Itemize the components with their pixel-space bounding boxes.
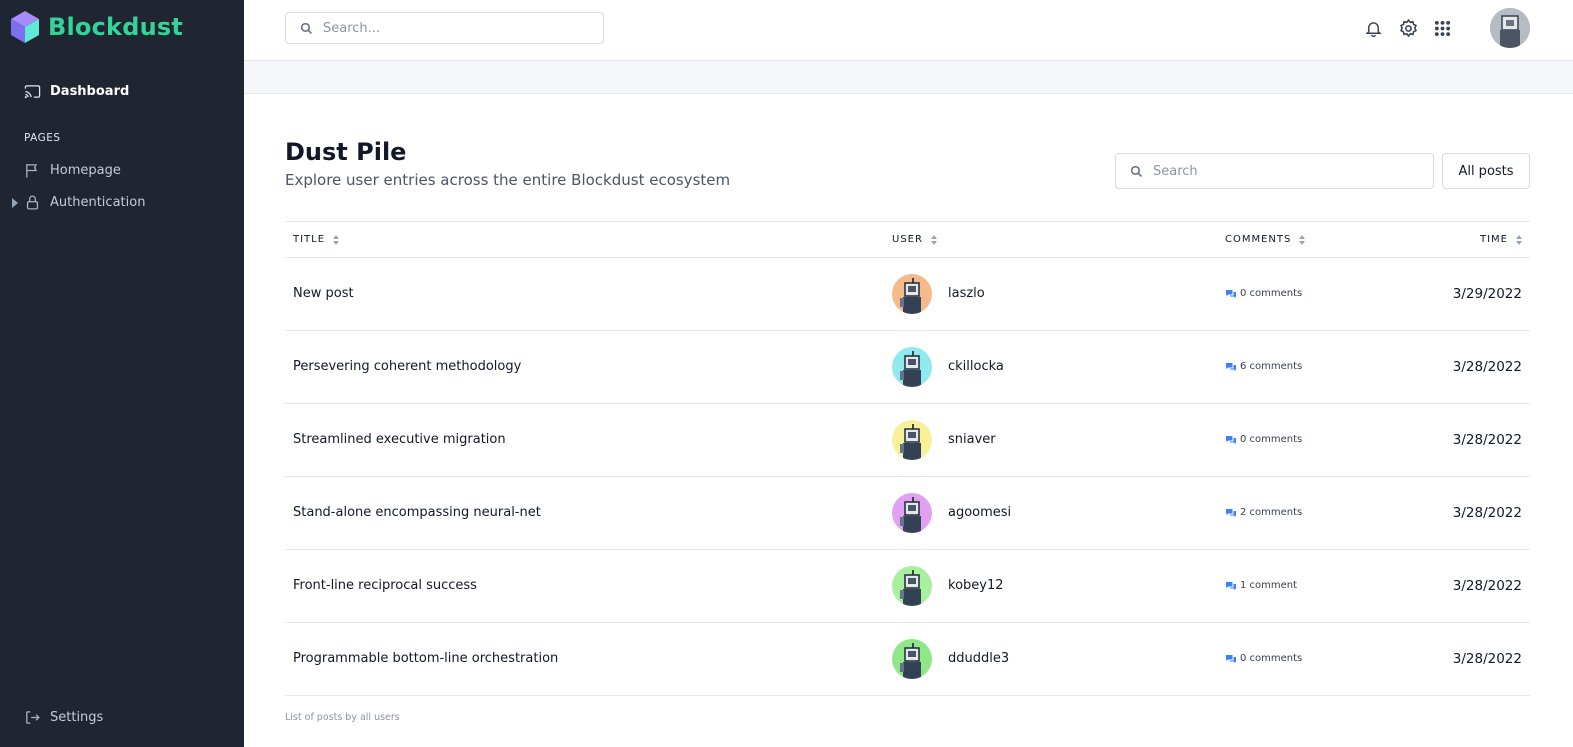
table-caption: List of posts by all users [285,712,400,723]
post-time: 3/29/2022 [1452,286,1522,302]
post-title[interactable]: Front-line reciprocal success [293,578,477,593]
cast-icon [24,85,41,99]
post-title[interactable]: Streamlined executive migration [293,432,506,447]
post-time: 3/28/2022 [1452,505,1522,521]
comments-count[interactable]: 2 comments [1225,507,1302,518]
sidebar-item-label: Dashboard [50,84,130,99]
post-time: 3/28/2022 [1452,578,1522,594]
logout-icon [26,711,40,724]
column-header-time[interactable]: TIME [1480,234,1522,245]
table-row[interactable]: Stand-alone encompassing neural-net agoo… [285,477,1530,550]
flag-icon [26,164,38,178]
post-user[interactable]: kobey12 [948,578,1004,593]
gear-icon[interactable] [1397,17,1419,39]
avatar [892,493,932,533]
post-title[interactable]: Persevering coherent methodology [293,359,521,374]
cube-logo-icon [11,11,39,43]
post-time: 3/28/2022 [1452,651,1522,667]
table-body: New post laszlo 0 comments 3/29/2022 Per… [285,258,1530,696]
page-subtitle: Explore user entries across the entire B… [285,171,731,189]
comments-icon [1226,435,1236,444]
sort-icon[interactable] [1516,234,1522,245]
comments-count[interactable]: 0 comments [1225,653,1302,664]
search-input[interactable] [323,20,593,36]
sort-icon[interactable] [1299,234,1306,245]
comments-icon [1226,581,1236,590]
sidebar-item-homepage[interactable]: Homepage [24,162,121,179]
table-header: TITLE USER COMMENTS TIME [285,221,1530,258]
sidebar-item-label: Homepage [50,163,121,178]
nav-section-title: PAGES [24,132,61,144]
sidebar: Blockdust Dashboard PAGES Homepage Authe… [0,0,244,747]
apps-grid-icon[interactable] [1431,17,1453,39]
comments-icon [1226,654,1236,663]
comments-count[interactable]: 6 comments [1225,361,1302,372]
comments-count[interactable]: 1 comment [1225,580,1297,591]
comments-icon [1226,508,1236,517]
table-row[interactable]: Programmable bottom-line orchestration d… [285,623,1530,696]
brand-name: Blockdust [48,13,184,41]
sidebar-item-label: Authentication [50,195,146,210]
sort-icon[interactable] [930,234,937,245]
posts-search-input[interactable] [1153,163,1423,179]
post-time: 3/28/2022 [1452,359,1522,375]
brand[interactable]: Blockdust [10,10,183,44]
comments-icon [1226,362,1236,371]
search-icon [1130,165,1142,177]
post-time: 3/28/2022 [1452,432,1522,448]
topbar [244,0,1573,61]
post-title[interactable]: Stand-alone encompassing neural-net [293,505,541,520]
sidebar-item-settings[interactable]: Settings [24,709,103,726]
user-avatar[interactable] [1490,8,1530,48]
page-title: Dust Pile [285,138,407,166]
comments-count[interactable]: 0 comments [1225,288,1302,299]
avatar [892,347,932,387]
column-header-title[interactable]: TITLE [293,234,340,245]
bell-icon[interactable] [1362,17,1384,39]
post-title[interactable]: New post [293,286,354,301]
post-user[interactable]: sniaver [948,432,996,447]
avatar [892,420,932,460]
posts-table: TITLE USER COMMENTS TIME New post laszlo… [285,221,1530,696]
sidebar-item-dashboard[interactable]: Dashboard [24,83,129,100]
column-header-user[interactable]: USER [892,234,937,245]
caret-right-icon[interactable] [12,198,18,208]
post-user[interactable]: agoomesi [948,505,1011,520]
post-user[interactable]: dduddle3 [948,651,1009,666]
table-row[interactable]: Front-line reciprocal success kobey12 1 … [285,550,1530,623]
post-user[interactable]: laszlo [948,286,985,301]
sidebar-item-authentication[interactable]: Authentication [12,194,146,211]
avatar [892,566,932,606]
table-row[interactable]: Persevering coherent methodology ckilloc… [285,331,1530,404]
table-row[interactable]: New post laszlo 0 comments 3/29/2022 [285,258,1530,331]
post-title[interactable]: Programmable bottom-line orchestration [293,651,558,666]
search-icon [300,22,312,34]
sidebar-item-label: Settings [50,710,104,725]
table-row[interactable]: Streamlined executive migration sniaver … [285,404,1530,477]
posts-search[interactable] [1115,153,1434,189]
subheader-band [244,61,1573,94]
avatar [892,274,932,314]
comments-count[interactable]: 0 comments [1225,434,1302,445]
lock-icon [26,195,39,210]
post-user[interactable]: ckillocka [948,359,1004,374]
comments-icon [1226,289,1236,298]
column-header-comments[interactable]: COMMENTS [1225,234,1306,245]
sort-icon[interactable] [333,234,340,245]
top-search[interactable] [285,12,604,44]
all-posts-button[interactable]: All posts [1442,153,1530,189]
avatar [892,639,932,679]
